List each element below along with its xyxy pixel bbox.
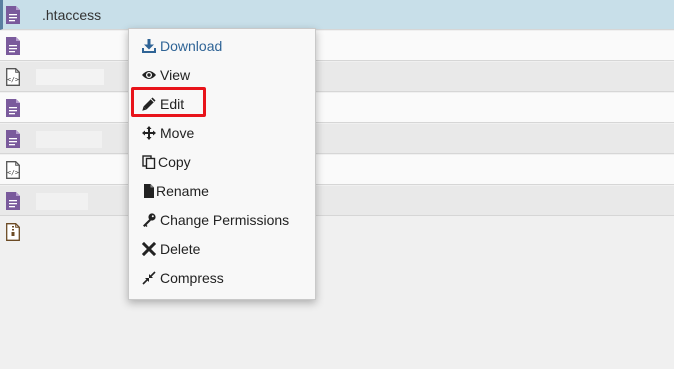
edit-highlight-box xyxy=(131,87,206,117)
text-file-icon xyxy=(6,192,20,210)
menu-item-label: Rename xyxy=(156,183,209,199)
archive-file-icon xyxy=(6,223,20,241)
compress-icon xyxy=(142,271,156,285)
menu-item-rename[interactable]: Rename xyxy=(129,177,315,206)
menu-item-compress[interactable]: Compress xyxy=(129,264,315,293)
key-icon xyxy=(143,213,156,227)
redacted-filename xyxy=(36,69,104,85)
text-file-icon xyxy=(6,6,20,24)
menu-item-label: Download xyxy=(160,38,223,54)
file-row[interactable]: </> xyxy=(0,62,674,92)
eye-icon xyxy=(142,71,156,79)
menu-item-label: Move xyxy=(160,125,195,141)
menu-item-download[interactable]: Download xyxy=(129,32,315,61)
code-file-icon: </> xyxy=(6,161,20,179)
menu-item-view[interactable]: View xyxy=(129,61,315,90)
file-row[interactable] xyxy=(0,93,674,123)
file-name: .htaccess xyxy=(42,7,102,23)
redacted-filename xyxy=(36,193,88,210)
svg-text:</>: </> xyxy=(7,76,19,84)
menu-item-delete[interactable]: Delete xyxy=(129,235,315,264)
redacted-filename xyxy=(36,131,102,148)
menu-item-change-permissions[interactable]: Change Permissions xyxy=(129,206,315,235)
file-list: .htaccess </> </> xyxy=(0,0,674,369)
menu-item-move[interactable]: Move xyxy=(129,119,315,148)
menu-item-label: Copy xyxy=(158,154,191,170)
menu-item-copy[interactable]: Copy xyxy=(129,148,315,177)
download-icon xyxy=(142,39,156,53)
file-row-htaccess[interactable]: .htaccess xyxy=(0,0,674,30)
text-file-icon xyxy=(6,99,20,117)
file-row[interactable]: </> xyxy=(0,155,674,185)
text-file-icon xyxy=(6,37,20,55)
file-row[interactable] xyxy=(0,124,674,154)
file-icon xyxy=(144,184,154,198)
x-icon xyxy=(142,242,156,256)
svg-text:</>: </> xyxy=(7,169,19,177)
move-arrows-icon xyxy=(142,126,156,140)
menu-item-label: View xyxy=(160,67,191,83)
copy-icon xyxy=(142,155,156,169)
file-row[interactable] xyxy=(0,217,674,247)
context-menu: Download View Edit Move Copy Rename Chan… xyxy=(128,28,316,300)
text-file-icon xyxy=(6,130,20,148)
code-file-icon: </> xyxy=(6,68,20,86)
file-row[interactable] xyxy=(0,186,674,216)
file-row[interactable] xyxy=(0,31,674,61)
menu-item-label: Compress xyxy=(160,270,224,286)
menu-item-label: Change Permissions xyxy=(160,212,290,228)
menu-item-label: Delete xyxy=(160,241,201,257)
